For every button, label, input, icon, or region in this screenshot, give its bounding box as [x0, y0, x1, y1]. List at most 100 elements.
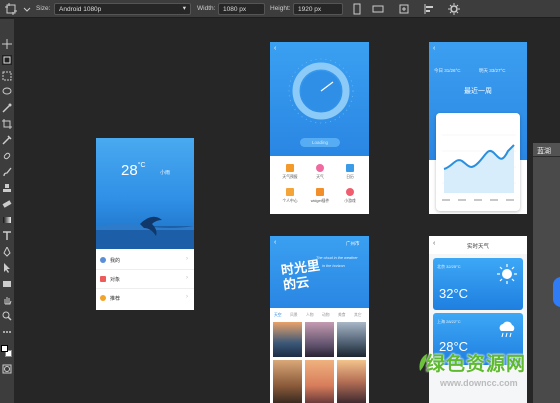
- marquee-tool-icon[interactable]: [2, 71, 12, 81]
- clone-stamp-tool-icon[interactable]: [2, 183, 12, 193]
- gallery-tab[interactable]: 其它: [354, 313, 362, 318]
- poem-line-1: The cloud in the weather: [316, 256, 358, 260]
- artboard-tool-icon[interactable]: [2, 55, 12, 65]
- loading-button[interactable]: Loading: [300, 138, 340, 147]
- gallery-tab[interactable]: 美食: [338, 313, 346, 318]
- type-tool-icon[interactable]: [2, 231, 12, 241]
- size-select[interactable]: Android 1080p ▾: [54, 3, 191, 15]
- home-condition: 小雨: [160, 170, 171, 176]
- move-tool-icon[interactable]: [2, 39, 12, 49]
- foreground-color-swatch[interactable]: [1, 345, 8, 352]
- width-input[interactable]: 1080 px: [218, 3, 265, 15]
- calendar-icon: [100, 276, 106, 282]
- feature-item[interactable]: 天气: [306, 164, 334, 184]
- feature-label: 天气: [316, 175, 324, 179]
- photo-thumbnail[interactable]: [273, 360, 302, 403]
- gallery-tab[interactable]: 人物: [306, 313, 314, 318]
- home-temperature: 28°C: [121, 162, 146, 179]
- size-value: Android 1080p: [59, 6, 102, 13]
- back-arrow-icon[interactable]: ‹: [274, 45, 276, 52]
- photo-thumbnail[interactable]: [337, 322, 366, 357]
- chevron-right-icon: ›: [186, 275, 188, 281]
- week-title: 最近一周: [464, 88, 492, 95]
- week-mockup[interactable]: ‹ 今日 31/26°C 明天 33/27°C 最近一周: [429, 42, 527, 214]
- more-tools-icon[interactable]: [2, 327, 12, 337]
- quick-select-tool-icon[interactable]: [2, 103, 12, 113]
- home-menu-item[interactable]: 推荐 ›: [96, 289, 194, 308]
- gallery-title-art: 时光里的云: [280, 257, 321, 293]
- landscape-orientation-icon[interactable]: [371, 2, 385, 16]
- feature-label: 日历: [346, 175, 354, 179]
- wrench-icon: [286, 188, 294, 196]
- crop-tool-icon[interactable]: [2, 119, 12, 129]
- photo-thumbnail[interactable]: [305, 322, 334, 357]
- home-menu: 我的 › 对象 › 推荐 ›: [96, 249, 194, 310]
- user-icon: [100, 257, 106, 263]
- pen-tool-icon[interactable]: [2, 245, 12, 257]
- height-label: Height:: [270, 5, 291, 12]
- artboard-tool-icon[interactable]: [4, 2, 18, 16]
- temperature-curve: [442, 134, 516, 201]
- photo-thumbnail[interactable]: [337, 360, 366, 403]
- gallery-tab[interactable]: 天空: [274, 313, 282, 318]
- week-chart-card: [436, 113, 520, 211]
- photo-thumbnail[interactable]: [305, 360, 334, 403]
- gallery-tab[interactable]: 动物: [322, 313, 330, 318]
- eraser-tool-icon[interactable]: [2, 199, 12, 209]
- feature-label: 个人中心: [282, 199, 298, 203]
- gallery-tab[interactable]: 风景: [290, 313, 298, 318]
- healing-brush-tool-icon[interactable]: [2, 151, 12, 161]
- dial-feature-grid: 天气预报 天气 日历 个人中心 widget插件 小游戏: [270, 156, 369, 214]
- gradient-tool-icon[interactable]: [2, 215, 12, 225]
- dropdown-icon: ▾: [182, 5, 186, 12]
- lasso-tool-icon[interactable]: [2, 87, 12, 97]
- rectangle-tool-icon[interactable]: [2, 279, 12, 289]
- forecast-icon: [286, 164, 294, 172]
- brush-tool-icon[interactable]: [2, 167, 12, 177]
- home-mockup[interactable]: 28°C 小雨 我的 › 对象 › 推荐 ›: [96, 138, 194, 310]
- watermark-text: 绿色资源网: [426, 354, 527, 375]
- feature-label: 天气预报: [282, 175, 298, 179]
- color-swatches[interactable]: [1, 345, 13, 359]
- feature-item[interactable]: 小游戏: [336, 188, 364, 208]
- height-value: 1920 px: [298, 6, 322, 13]
- feature-item[interactable]: 天气预报: [276, 164, 304, 184]
- watermark-url: www.downcc.com: [440, 378, 518, 388]
- quick-mask-icon[interactable]: [2, 364, 12, 374]
- floating-action-button[interactable]: [553, 277, 560, 307]
- weather-card-beijing[interactable]: 北京 32/25°C 32°C: [433, 258, 523, 310]
- gallery-mockup[interactable]: ‹ 广州市 The cloud in the weather in the ho…: [270, 236, 369, 403]
- zoom-tool-icon[interactable]: [2, 311, 12, 321]
- sea-illustration: [96, 216, 194, 249]
- feature-label: widget插件: [310, 199, 330, 203]
- size-label: Size:: [36, 5, 51, 12]
- panel-tab[interactable]: 蓝湖: [533, 143, 560, 157]
- thumbs-up-icon: [100, 295, 106, 301]
- gauge-dial: [288, 58, 354, 124]
- dial-mockup[interactable]: ‹ Loading 天气预报 天气 日历 个人中心 widget插件 小游戏: [270, 42, 369, 214]
- game-icon: [346, 188, 354, 196]
- feature-item[interactable]: 日历: [336, 164, 364, 184]
- photo-thumbnail[interactable]: [273, 322, 302, 357]
- home-temp-value: 28: [121, 162, 138, 179]
- align-icon[interactable]: [422, 2, 436, 16]
- path-select-tool-icon[interactable]: [2, 263, 12, 273]
- back-arrow-icon[interactable]: ‹: [433, 45, 435, 52]
- card-temperature: 32°C: [439, 286, 469, 301]
- feature-item[interactable]: widget插件: [306, 188, 334, 208]
- back-arrow-icon[interactable]: ‹: [274, 239, 276, 246]
- home-menu-item[interactable]: 我的 ›: [96, 251, 194, 270]
- gear-icon[interactable]: [447, 2, 461, 16]
- options-bar: Size: Android 1080p ▾ Width: 1080 px Hei…: [0, 0, 560, 18]
- add-artboard-icon[interactable]: [397, 2, 411, 16]
- gallery-city: 广州市: [346, 241, 360, 246]
- portrait-orientation-icon[interactable]: [350, 2, 364, 16]
- home-menu-item[interactable]: 对象 ›: [96, 270, 194, 289]
- feature-item[interactable]: 个人中心: [276, 188, 304, 208]
- eyedropper-tool-icon[interactable]: [2, 135, 12, 145]
- hand-tool-icon[interactable]: [2, 295, 12, 305]
- tomorrow-temp: 明天 33/27°C: [479, 68, 506, 73]
- chevron-down-icon[interactable]: [20, 2, 34, 16]
- tools-panel: [0, 19, 14, 403]
- height-input[interactable]: 1920 px: [293, 3, 343, 15]
